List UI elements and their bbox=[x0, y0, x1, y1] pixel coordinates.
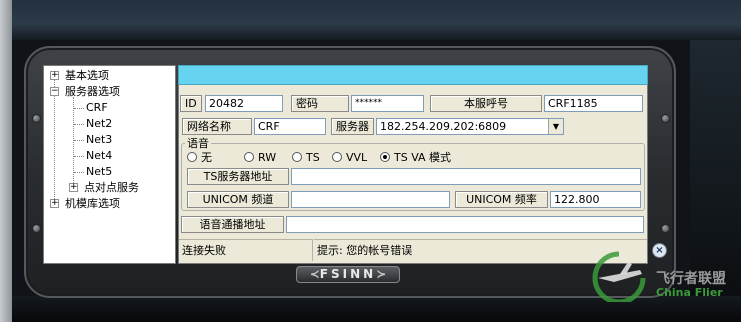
radio-icon[interactable] bbox=[332, 152, 342, 162]
unicom-frequency-field[interactable]: 122.800 bbox=[550, 191, 641, 208]
background-window-edge bbox=[0, 0, 12, 322]
frame-screw bbox=[32, 114, 41, 123]
radio-label: VVL bbox=[346, 151, 368, 164]
ts-server-field[interactable] bbox=[291, 168, 641, 185]
tree-item-p2p-service[interactable]: + 点对点服务 bbox=[44, 180, 175, 196]
voice-option-ts[interactable]: TS bbox=[292, 151, 320, 165]
expand-icon[interactable]: + bbox=[50, 71, 59, 80]
watermark-cn: 飞行者联盟 bbox=[656, 271, 726, 287]
panel-header-bar bbox=[178, 65, 648, 85]
tree-item-crf[interactable]: CRF bbox=[44, 100, 175, 116]
watermark-en: China Flier bbox=[656, 286, 723, 299]
tree-connector bbox=[74, 124, 84, 125]
unicom-channel-label: UNICOM 频道 bbox=[187, 191, 289, 208]
id-label: ID bbox=[180, 95, 202, 112]
options-tree[interactable]: + 基本选项 − 服务器选项 CRF Net2 Net3 Net4 Net5 +… bbox=[43, 65, 176, 264]
callsign-label: 本服呼号 bbox=[430, 95, 542, 112]
network-name-field[interactable]: CRF bbox=[254, 118, 326, 135]
tree-connector bbox=[74, 172, 84, 173]
voice-broadcast-field[interactable] bbox=[286, 216, 644, 233]
tree-connector bbox=[74, 140, 84, 141]
radio-icon[interactable] bbox=[292, 152, 302, 162]
radio-label: TS VA 模式 bbox=[394, 151, 452, 164]
tree-item-server-options[interactable]: − 服务器选项 bbox=[44, 84, 175, 100]
collapse-icon[interactable]: − bbox=[50, 87, 59, 96]
tree-item-label: CRF bbox=[86, 101, 108, 114]
radio-selected-icon[interactable] bbox=[380, 152, 390, 162]
tree-item-label: 基本选项 bbox=[65, 69, 109, 82]
voice-option-ts-va[interactable]: TS VA 模式 bbox=[380, 151, 451, 165]
expand-icon[interactable]: + bbox=[50, 199, 59, 208]
tree-item-label: 机模库选项 bbox=[65, 197, 120, 210]
tree-item-label: Net4 bbox=[86, 149, 113, 162]
tree-item-label: 点对点服务 bbox=[84, 181, 139, 194]
password-field[interactable]: ****** bbox=[351, 95, 424, 112]
radio-icon[interactable] bbox=[187, 152, 197, 162]
tree-item-net5[interactable]: Net5 bbox=[44, 164, 175, 180]
voice-group-title: 语音 bbox=[185, 137, 211, 150]
id-field[interactable]: 20482 bbox=[205, 95, 283, 112]
unicom-channel-field[interactable] bbox=[291, 191, 450, 208]
wing-icon: ≻ bbox=[376, 267, 387, 281]
network-name-label: 网络名称 bbox=[182, 118, 252, 135]
fsinn-logo: ≺FSINN≻ bbox=[296, 266, 400, 283]
close-icon[interactable]: × bbox=[652, 243, 667, 258]
frame-screw bbox=[32, 224, 41, 233]
background-scenery bbox=[12, 0, 741, 40]
tree-connector bbox=[74, 108, 84, 109]
tree-connector bbox=[74, 156, 84, 157]
frame-screw bbox=[661, 224, 670, 233]
tree-item-label: 服务器选项 bbox=[65, 85, 120, 98]
unicom-frequency-label: UNICOM 频率 bbox=[455, 191, 548, 208]
tree-item-label: Net2 bbox=[86, 117, 113, 130]
radio-label: TS bbox=[306, 151, 320, 164]
voice-option-rw[interactable]: RW bbox=[244, 151, 276, 165]
tree-item-net3[interactable]: Net3 bbox=[44, 132, 175, 148]
wing-icon: ≺ bbox=[309, 267, 320, 281]
server-select[interactable]: 182.254.209.202:6809 ▼ bbox=[376, 118, 564, 135]
voice-option-none[interactable]: 无 bbox=[187, 151, 212, 165]
tree-item-model-library[interactable]: + 机模库选项 bbox=[44, 196, 175, 212]
password-label: 密码 bbox=[291, 95, 349, 112]
radio-icon[interactable] bbox=[244, 152, 254, 162]
watermark-logo-icon bbox=[592, 251, 646, 302]
frame-screw bbox=[661, 114, 670, 123]
tree-item-net2[interactable]: Net2 bbox=[44, 116, 175, 132]
radio-label: 无 bbox=[201, 151, 212, 164]
tree-item-net4[interactable]: Net4 bbox=[44, 148, 175, 164]
voice-broadcast-label: 语音通播地址 bbox=[181, 216, 284, 233]
ts-server-label: TS服务器地址 bbox=[187, 168, 289, 185]
server-label: 服务器 bbox=[331, 118, 374, 135]
tree-item-label: Net3 bbox=[86, 133, 113, 146]
expand-icon[interactable]: + bbox=[69, 183, 78, 192]
server-select-value: 182.254.209.202:6809 bbox=[380, 120, 507, 133]
tree-item-label: Net5 bbox=[86, 165, 113, 178]
voice-option-vvl[interactable]: VVL bbox=[332, 151, 367, 165]
connection-status: 连接失败 bbox=[179, 239, 313, 261]
logo-text: FSINN bbox=[319, 267, 377, 281]
chevron-down-icon[interactable]: ▼ bbox=[548, 119, 563, 134]
tree-item-basic-options[interactable]: + 基本选项 bbox=[44, 68, 175, 84]
radio-label: RW bbox=[258, 151, 277, 164]
callsign-field[interactable]: CRF1185 bbox=[544, 95, 643, 112]
